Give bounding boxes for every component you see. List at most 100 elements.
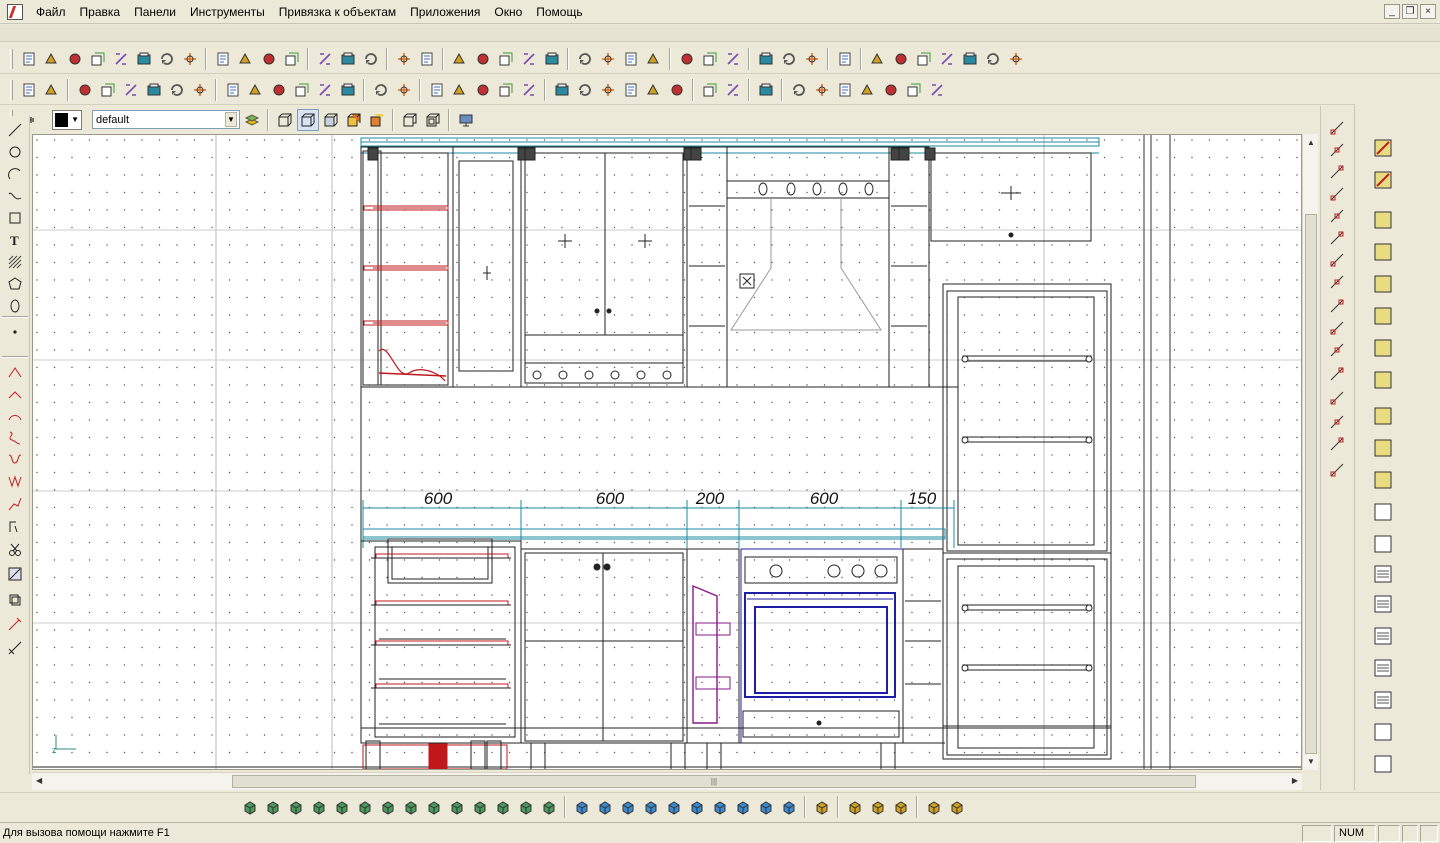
menu-applications[interactable]: Приложения [403,0,487,24]
text-icon[interactable]: T [5,230,25,250]
menu-edit[interactable]: Правка [73,0,128,24]
scroll-left-icon[interactable]: ◀ [36,776,42,785]
spline-2-icon[interactable] [5,450,25,470]
ungroup-icon[interactable] [643,79,665,101]
box-outline-icon[interactable] [399,109,421,131]
layer-edit-icon[interactable] [857,79,879,101]
cut-icon[interactable] [235,48,257,70]
render-view-icon[interactable] [366,109,388,131]
snap-end-icon[interactable] [541,48,563,70]
house-icon[interactable] [923,796,945,818]
replace-icon[interactable] [1369,718,1397,746]
color-view-icon[interactable] [343,109,365,131]
view-side-icon[interactable] [120,79,142,101]
point-icon[interactable] [5,322,25,342]
group-icon[interactable] [620,79,642,101]
export-icon[interactable] [179,48,201,70]
menu-object-snap[interactable]: Привязка к объектам [272,0,403,24]
render-icon[interactable] [291,79,313,101]
target-icon[interactable] [801,48,823,70]
snap-node-icon[interactable] [1327,364,1347,384]
undo-icon[interactable] [393,48,415,70]
scissors-icon[interactable] [5,540,25,560]
layer-manager-icon[interactable] [241,109,263,131]
snap-intersection-icon[interactable] [1327,162,1347,182]
lamp-icon[interactable] [890,796,912,818]
snap-list-icon[interactable] [1327,460,1347,480]
copy-icon[interactable] [314,48,336,70]
camera-view-icon[interactable] [844,796,866,818]
solid-wedge-icon[interactable] [285,796,307,818]
solid-revolve-icon[interactable] [446,796,468,818]
eraser-icon[interactable] [281,48,303,70]
facade-icon[interactable] [1369,498,1397,526]
color-picker[interactable]: ▼ [52,109,82,130]
polyline-icon[interactable] [5,494,25,514]
arc-icon[interactable] [722,48,744,70]
snap-tangent-icon[interactable] [1327,206,1347,226]
hardware-icon[interactable] [1369,750,1397,778]
extend-icon[interactable] [5,614,25,634]
object-edit-icon[interactable] [1369,166,1397,194]
measure-text-icon[interactable] [926,79,948,101]
home-icon[interactable] [946,796,968,818]
scroll-down-icon[interactable]: ▼ [1307,757,1315,766]
view-top-icon[interactable] [143,79,165,101]
solid-box-icon[interactable] [239,796,261,818]
drawing-canvas[interactable]: 600 600 200 600 150 z [32,134,1302,770]
measure-icon[interactable] [449,79,471,101]
rectangle-icon[interactable] [5,208,25,228]
solid-explode-icon[interactable] [755,796,777,818]
explode-icon[interactable] [722,79,744,101]
snap-midpoint-icon[interactable] [1327,140,1347,160]
snap-level-icon[interactable] [1327,412,1347,432]
snap-quadrant-icon[interactable] [1327,272,1347,292]
radius-icon[interactable] [5,516,25,536]
material-icon[interactable] [788,79,810,101]
view-3d-icon[interactable] [74,79,96,101]
paste-icon[interactable] [337,48,359,70]
ortho-icon[interactable] [426,79,448,101]
view-front-icon[interactable] [97,79,119,101]
calculation-icon[interactable] [1369,654,1397,682]
vertical-scroll-thumb[interactable] [1305,214,1317,754]
corner-panel-icon[interactable] [1369,270,1397,298]
hidden-line-view-icon[interactable] [296,108,319,131]
snap-center-icon[interactable] [1327,250,1347,270]
stop-icon[interactable] [959,48,981,70]
boolean-subtract-icon[interactable] [594,796,616,818]
zoom-in-icon[interactable] [890,48,912,70]
boolean-slice-icon[interactable] [663,796,685,818]
array-icon[interactable] [699,79,721,101]
snap-extension-icon[interactable] [1327,318,1347,338]
close-button[interactable]: × [1420,4,1436,19]
fillet-icon[interactable] [5,362,25,382]
print-preview-icon[interactable] [156,48,178,70]
menu-help[interactable]: Помощь [529,0,589,24]
line-icon[interactable] [5,120,25,140]
layers-icon[interactable] [370,79,392,101]
vertical-scrollbar[interactable]: ▲ ▼ [1302,134,1318,770]
label-icon[interactable] [1369,530,1397,558]
cabinet-icon[interactable] [1369,466,1397,494]
pencil-icon[interactable] [314,79,336,101]
light-source-icon[interactable] [867,796,889,818]
camera-icon[interactable] [222,79,244,101]
zoom-window-icon[interactable] [41,79,63,101]
plus-icon[interactable] [834,48,856,70]
solid-section-icon[interactable] [538,796,560,818]
paint-icon[interactable] [495,79,517,101]
restore-button[interactable]: ❐ [1402,4,1418,19]
spline-3-icon[interactable] [5,472,25,492]
menu-tools[interactable]: Инструменты [183,0,272,24]
monitor-icon[interactable] [455,109,477,131]
menu-file[interactable]: Файл [29,0,73,24]
spline-icon[interactable] [5,186,25,206]
open-icon[interactable] [87,48,109,70]
snap-point-icon[interactable] [518,48,540,70]
solid-cone-icon[interactable] [331,796,353,818]
scroll-right-icon[interactable]: ▶ [1292,776,1298,785]
view-iso-icon[interactable] [166,79,188,101]
boolean-union-icon[interactable] [571,796,593,818]
price-list-icon[interactable] [1369,686,1397,714]
